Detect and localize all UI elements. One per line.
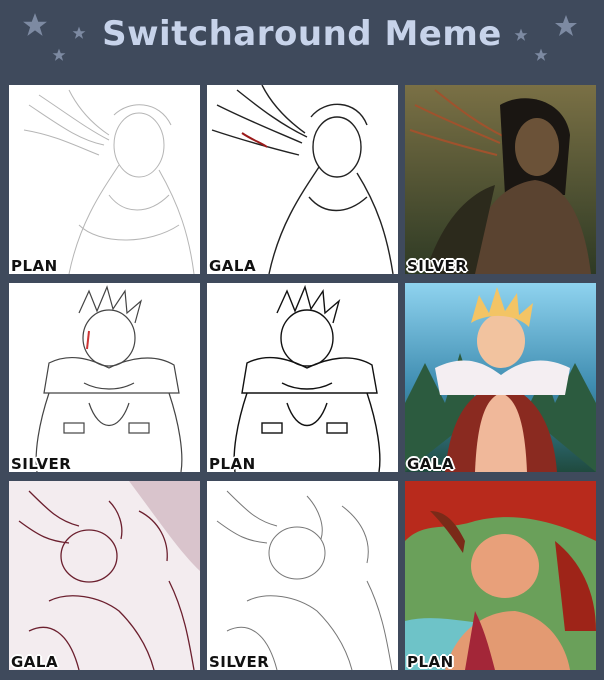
lineart-artwork: [233, 284, 381, 472]
panel-label: PLAN: [11, 257, 58, 274]
panel-label: GALA: [11, 653, 59, 670]
meme-grid: PLAN GALA SILVER SILVER PLAN GALA GALA S…: [0, 0, 604, 680]
panel-label: PLAN: [209, 455, 256, 472]
panel-colored: SILVER: [405, 85, 596, 274]
panel-label: SILVER: [407, 257, 468, 274]
panel-label: GALA: [209, 257, 257, 274]
sketch-artwork: [9, 481, 200, 670]
panel-lineart: SILVER: [207, 481, 398, 670]
colored-artwork: [405, 85, 596, 274]
lineart-artwork: [211, 85, 394, 274]
panel-label: SILVER: [11, 455, 72, 472]
panel-sketch: SILVER: [9, 283, 200, 472]
panel-sketch: PLAN: [9, 85, 200, 274]
sketch-artwork: [23, 89, 195, 274]
panel-lineart: GALA: [207, 85, 398, 274]
colored-artwork: [405, 283, 596, 472]
colored-artwork: [405, 481, 596, 670]
panel-label: PLAN: [407, 653, 454, 670]
panel-sketch: GALA: [9, 481, 200, 670]
lineart-artwork: [216, 490, 393, 670]
panel-colored: PLAN: [405, 481, 596, 670]
panel-label: SILVER: [209, 653, 270, 670]
sketch-artwork: [35, 285, 183, 472]
panel-lineart: PLAN: [207, 283, 398, 472]
panel-label: GALA: [407, 455, 455, 472]
panel-colored: GALA: [405, 283, 596, 472]
